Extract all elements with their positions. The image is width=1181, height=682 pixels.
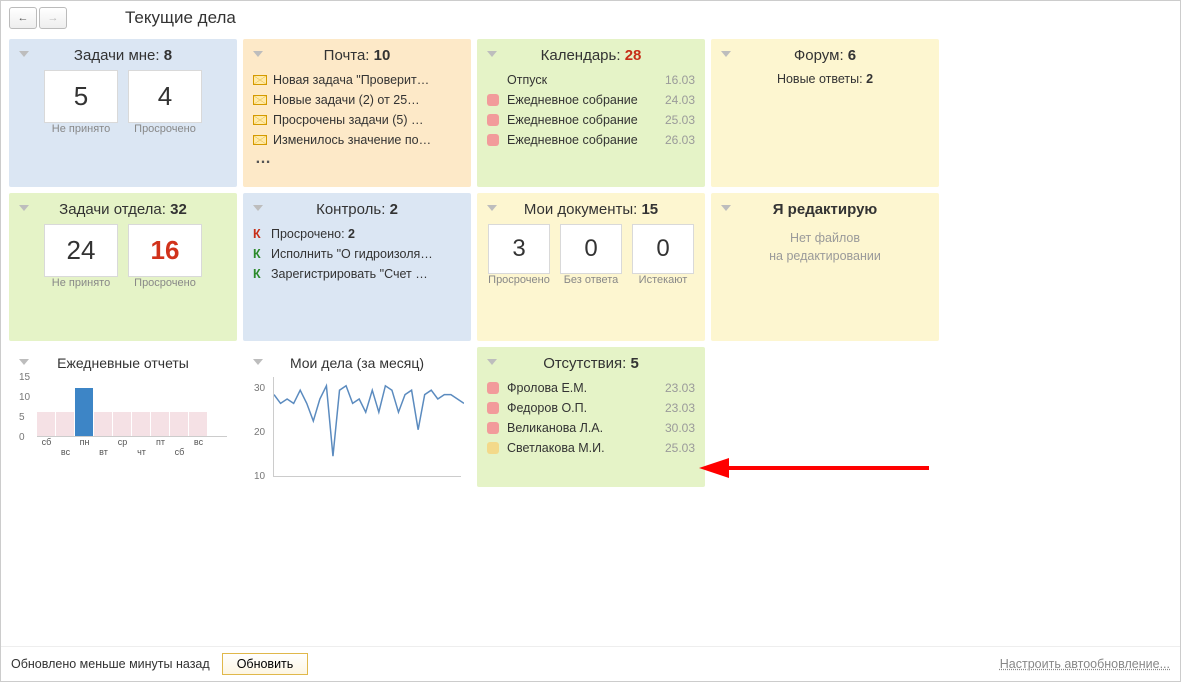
envelope-icon [253,95,267,105]
line-chart: 102030 [273,377,461,477]
bar-chart: 051015 сбвспнвтсрчтптсбвс [37,377,227,457]
k-icon: К [253,267,267,281]
card-calendar[interactable]: Календарь: 28 Отпуск16.03Ежедневное собр… [477,39,705,187]
chevron-down-icon[interactable] [253,205,263,211]
card-absences[interactable]: Отсутствия: 5 Фролова Е.М.23.03Федоров О… [477,347,705,487]
calendar-item[interactable]: Ежедневное собрание26.03 [487,130,695,150]
calendar-item[interactable]: Ежедневное собрание24.03 [487,90,695,110]
card-forum[interactable]: Форум: 6 Новые ответы: 2 [711,39,939,187]
mail-item[interactable]: Новая задача "Проверит… [253,70,461,90]
mail-item[interactable]: Изменилось значение по… [253,130,461,150]
card-title: Отсутствия: 5 [487,355,695,372]
card-title: Контроль: 2 [253,201,461,218]
mail-item[interactable]: Новые задачи (2) от 25… [253,90,461,110]
card-control[interactable]: Контроль: 2 КПросрочено: 2КИсполнить "О … [243,193,471,341]
absence-item[interactable]: Фролова Е.М.23.03 [487,378,695,398]
chevron-down-icon[interactable] [487,359,497,365]
card-title: Я редактирую [721,201,929,218]
nav-back-button[interactable]: ← [9,7,37,29]
status-text: Обновлено меньше минуты назад [11,657,210,671]
chevron-down-icon[interactable] [487,205,497,211]
card-tasks-dept[interactable]: Задачи отдела: 32 24 16 Не принятоПросро… [9,193,237,341]
tile-not-accepted[interactable]: 5 [44,70,118,123]
envelope-icon [253,135,267,145]
control-item[interactable]: КПросрочено: 2 [253,224,461,244]
more-indicator[interactable]: … [253,150,461,168]
card-mail[interactable]: Почта: 10 Новая задача "Проверит…Новые з… [243,39,471,187]
absence-item[interactable]: Светлакова М.И.25.03 [487,438,695,458]
card-my-cases[interactable]: Мои дела (за месяц) 102030 [243,347,471,487]
chevron-down-icon[interactable] [721,51,731,57]
absence-item[interactable]: Федоров О.П.23.03 [487,398,695,418]
marker-icon [487,402,499,414]
envelope-icon [253,115,267,125]
tile-overdue[interactable]: 3 [488,224,550,274]
chevron-down-icon[interactable] [19,51,29,57]
card-title: Мои дела (за месяц) [253,355,461,371]
chevron-down-icon[interactable] [487,51,497,57]
configure-autorefresh-link[interactable]: Настроить автообновление... [1000,657,1170,671]
marker-icon [487,114,499,126]
tile-expiring[interactable]: 0 [632,224,694,274]
chevron-down-icon[interactable] [19,205,29,211]
page-title: Текущие дела [125,8,236,28]
card-editing[interactable]: Я редактирую Нет файловна редактировании [711,193,939,341]
card-title: Ежедневные отчеты [19,355,227,371]
control-item[interactable]: КИсполнить "О гидроизоля… [253,244,461,264]
marker-icon [487,382,499,394]
chevron-down-icon[interactable] [253,51,263,57]
card-title: Почта: 10 [253,47,461,64]
nav-forward-button[interactable]: → [39,7,67,29]
tile-overdue[interactable]: 16 [128,224,202,277]
card-title: Мои документы: 15 [487,201,695,218]
marker-icon [487,442,499,454]
card-title: Календарь: 28 [487,47,695,64]
marker-icon [487,94,499,106]
card-my-documents[interactable]: Мои документы: 15 3 0 0 ПросроченоБез от… [477,193,705,341]
marker-icon [487,422,499,434]
k-icon: К [253,247,267,261]
k-icon: К [253,227,267,241]
absence-item[interactable]: Великанова Л.А.30.03 [487,418,695,438]
tile-overdue[interactable]: 4 [128,70,202,123]
marker-icon [487,134,499,146]
card-title: Задачи мне: 8 [19,47,227,64]
control-item[interactable]: КЗарегистрировать "Счет … [253,264,461,284]
card-daily-reports[interactable]: Ежедневные отчеты 051015 сбвспнвтсрчтптс… [9,347,237,487]
chevron-down-icon[interactable] [19,359,29,365]
card-title: Форум: 6 [721,47,929,64]
tile-not-accepted[interactable]: 24 [44,224,118,277]
chevron-down-icon[interactable] [253,359,263,365]
refresh-button[interactable]: Обновить [222,653,309,675]
card-title: Задачи отдела: 32 [19,201,227,218]
calendar-item[interactable]: Ежедневное собрание25.03 [487,110,695,130]
tile-no-answer[interactable]: 0 [560,224,622,274]
chevron-down-icon[interactable] [721,205,731,211]
card-tasks-me[interactable]: Задачи мне: 8 5 4 Не принятоПросрочено [9,39,237,187]
mail-item[interactable]: Просрочены задачи (5) … [253,110,461,130]
envelope-icon [253,75,267,85]
calendar-item[interactable]: Отпуск16.03 [487,70,695,90]
